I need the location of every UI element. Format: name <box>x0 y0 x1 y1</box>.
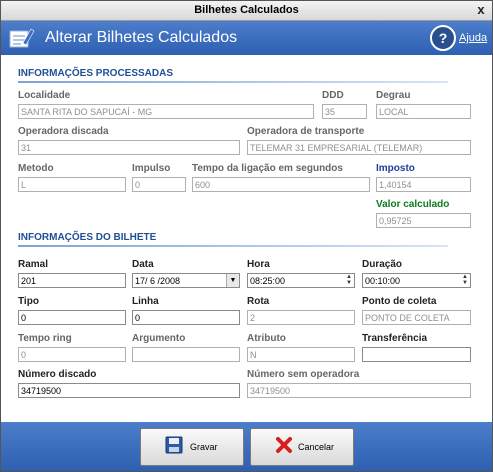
numero-sem-operadora-field[interactable]: 34719500 <box>247 383 471 398</box>
degrau-field[interactable]: LOCAL <box>376 104 471 119</box>
tempo-ring-label: Tempo ring <box>18 333 72 344</box>
section-ticket-divider <box>18 245 448 247</box>
save-button[interactable]: Gravar <box>140 428 244 466</box>
header-bar: Alterar Bilhetes Calculados ? Ajuda <box>1 21 492 55</box>
cancel-button-label: Cancelar <box>298 442 335 452</box>
linha-field[interactable]: 0 <box>132 310 240 325</box>
localidade-label: Localidade <box>18 90 71 101</box>
atributo-label: Atributo <box>247 333 286 344</box>
hora-label: Hora <box>247 259 270 270</box>
tempo-ligacao-label: Tempo da ligação em segundos <box>192 163 343 174</box>
operadora-discada-field[interactable]: 31 <box>18 140 240 155</box>
argumento-label: Argumento <box>132 333 186 344</box>
spinner-icon[interactable]: ▲ ▼ <box>460 274 470 287</box>
valor-calculado-label: Valor calculado <box>376 199 450 210</box>
transferencia-label: Transferência <box>362 333 428 344</box>
duracao-field[interactable]: 00:10:00 ▲ ▼ <box>362 273 471 288</box>
hora-field[interactable]: 08:25:00 ▲ ▼ <box>247 273 355 288</box>
help-icon: ? <box>430 25 456 51</box>
section-ticket-title: INFORMAÇÕES DO BILHETE <box>18 232 157 243</box>
floppy-disk-icon <box>165 436 183 454</box>
red-x-icon <box>276 437 292 453</box>
close-button[interactable]: x <box>474 3 488 17</box>
duracao-value: 00:10:00 <box>365 276 401 286</box>
ponto-coleta-label: Ponto de coleta <box>362 296 437 307</box>
page-title: Alterar Bilhetes Calculados <box>45 29 238 46</box>
ramal-field[interactable]: 201 <box>18 273 126 288</box>
operadora-transporte-field[interactable]: TELEMAR 31 EMPRESARIAL (TELEMAR) <box>247 140 471 155</box>
section-processed-title: INFORMAÇÕES PROCESSADAS <box>18 68 174 79</box>
footer-bar: Gravar Cancelar <box>1 422 492 471</box>
impulso-label: Impulso <box>132 163 171 174</box>
numero-sem-operadora-label: Número sem operadora <box>247 369 360 380</box>
operadora-discada-label: Operadora discada <box>18 126 109 137</box>
metodo-field[interactable]: L <box>18 177 126 192</box>
tipo-field[interactable]: 0 <box>18 310 126 325</box>
chevron-down-icon[interactable]: ▼ <box>226 274 239 287</box>
window-title: Bilhetes Calculados <box>194 4 299 16</box>
dialog-window: Bilhetes Calculados x Alterar Bilhetes C… <box>0 0 493 472</box>
transferencia-field[interactable] <box>362 347 471 362</box>
title-bar[interactable]: Bilhetes Calculados x <box>1 1 492 21</box>
spinner-icon[interactable]: ▲ ▼ <box>344 274 354 287</box>
imposto-label: Imposto <box>376 163 415 174</box>
edit-list-icon <box>9 28 35 48</box>
data-label: Data <box>132 259 154 270</box>
ddd-label: DDD <box>322 90 344 101</box>
data-field[interactable]: 17/ 6 /2008 ▼ <box>132 273 240 288</box>
operadora-transporte-label: Operadora de transporte <box>247 126 365 137</box>
cancel-button[interactable]: Cancelar <box>250 428 354 466</box>
ddd-field[interactable]: 35 <box>322 104 367 119</box>
rota-field[interactable]: 2 <box>247 310 355 325</box>
localidade-field[interactable]: SANTA RITA DO SAPUCAÍ - MG <box>18 104 314 119</box>
numero-discado-field[interactable]: 34719500 <box>18 383 240 398</box>
atributo-field[interactable]: N <box>247 347 355 362</box>
duracao-label: Duração <box>362 259 403 270</box>
numero-discado-label: Número discado <box>18 369 97 380</box>
help-button[interactable]: ? Ajuda <box>430 24 488 52</box>
linha-label: Linha <box>132 296 159 307</box>
imposto-field[interactable]: 1,40154 <box>376 177 471 192</box>
ponto-coleta-field[interactable]: PONTO DE COLETA <box>362 310 471 325</box>
tipo-label: Tipo <box>18 296 39 307</box>
section-processed-divider <box>18 81 448 83</box>
tempo-ring-field[interactable]: 0 <box>18 347 126 362</box>
valor-calculado-field[interactable]: 0,95725 <box>376 213 471 228</box>
argumento-field[interactable] <box>132 347 240 362</box>
rota-label: Rota <box>247 296 270 307</box>
metodo-label: Metodo <box>18 163 54 174</box>
data-value: 17/ 6 /2008 <box>135 276 181 286</box>
save-button-label: Gravar <box>190 442 218 452</box>
impulso-field[interactable]: 0 <box>132 177 186 192</box>
hora-value: 08:25:00 <box>250 276 286 286</box>
tempo-ligacao-field[interactable]: 600 <box>192 177 370 192</box>
degrau-label: Degrau <box>376 90 411 101</box>
help-label: Ajuda <box>459 32 488 44</box>
ramal-label: Ramal <box>18 259 49 270</box>
